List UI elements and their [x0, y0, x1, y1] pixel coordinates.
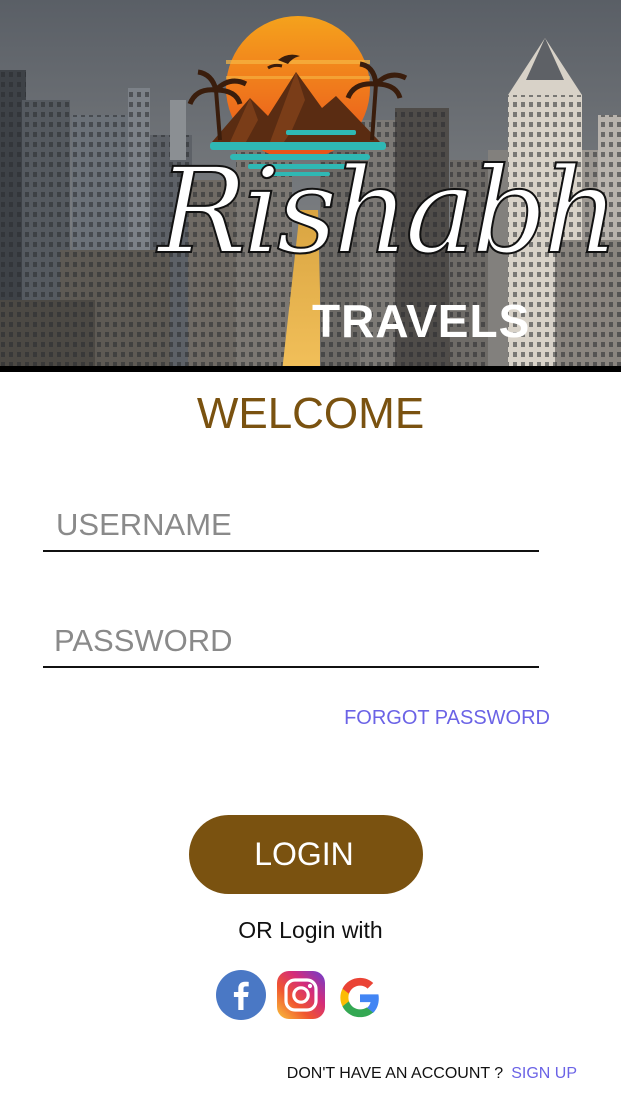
hero-divider — [0, 366, 621, 372]
hero-banner: Rishabh TRAVELS — [0, 0, 621, 372]
sign-up-link[interactable]: SIGN UP — [511, 1065, 577, 1082]
brand-subtitle: TRAVELS — [312, 295, 531, 347]
login-screen: Rishabh TRAVELS WELCOME FORGOT PASSWORD … — [0, 0, 621, 1104]
forgot-password-link[interactable]: FORGOT PASSWORD — [300, 706, 550, 730]
password-input[interactable] — [43, 616, 539, 668]
login-button[interactable]: LOGIN — [189, 815, 423, 894]
brand-script-logo: Rishabh — [157, 142, 620, 280]
facebook-icon[interactable] — [216, 970, 266, 1020]
google-icon[interactable] — [337, 975, 383, 1021]
no-account-text: DON'T HAVE AN ACCOUNT ? — [286, 1065, 504, 1082]
username-input[interactable] — [43, 500, 539, 552]
instagram-icon[interactable] — [276, 970, 326, 1020]
or-login-with-label: OR Login with — [238, 917, 383, 943]
signup-prompt: DON'T HAVE AN ACCOUNT ? SIGN UP — [0, 1064, 577, 1084]
welcome-heading: WELCOME — [196, 389, 425, 438]
